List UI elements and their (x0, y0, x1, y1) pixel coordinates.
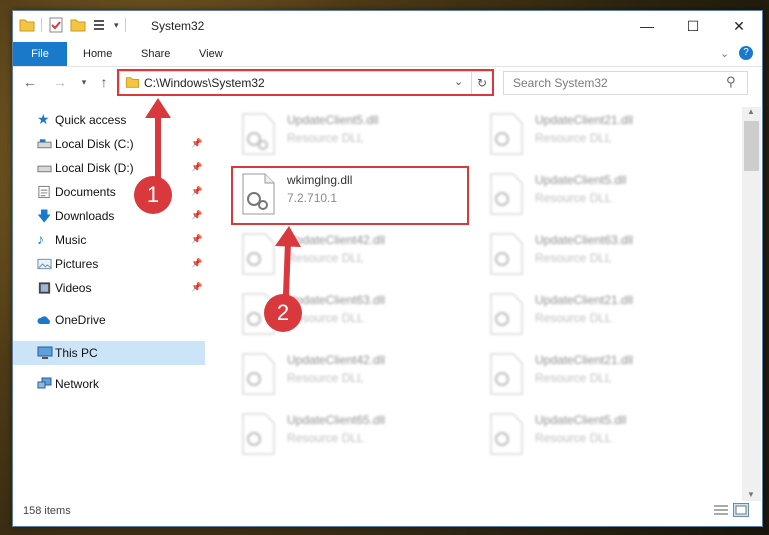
arrow-2-head (275, 226, 301, 247)
annotation-overlay (145, 98, 301, 296)
arrow-1-head (145, 98, 171, 118)
step-2-badge: 2 (264, 294, 302, 332)
arrow-2-shaft (283, 241, 291, 296)
step-1-badge: 1 (134, 176, 172, 214)
